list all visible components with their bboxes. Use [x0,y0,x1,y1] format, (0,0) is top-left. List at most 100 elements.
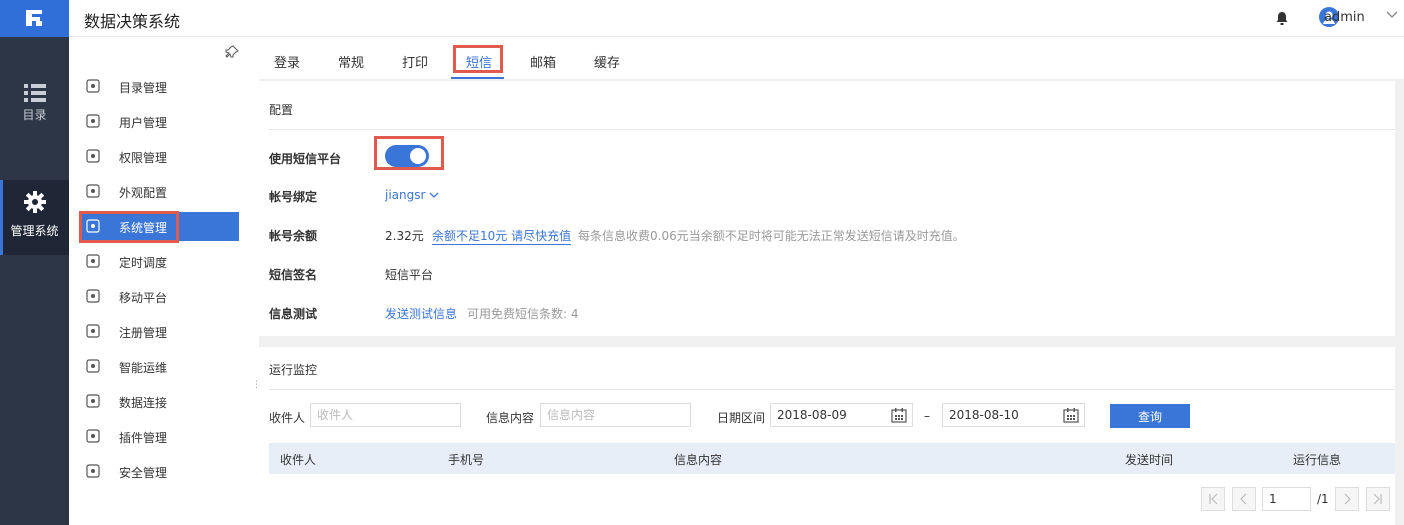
last-page-icon [1373,493,1382,505]
query-button[interactable]: 查询 [1110,404,1190,428]
divider [269,389,1395,390]
management-menu: 目录管理 用户管理 权限管理 外观配置 系统管理 定时调度 移动平台 注册管理 智能运维 数据连接… [69,37,259,525]
menu-item-label: 目录管理 [119,81,168,95]
account-value: jiangsr [385,188,426,202]
monitor-table-header: 收件人 手机号 信息内容 发送时间 运行信息 [269,443,1395,474]
menu-item-6[interactable]: 定时调度 [79,247,239,276]
date-label: 日期区间 [717,411,766,425]
menu-item-label: 注册管理 [119,326,168,340]
directory-icon [86,79,100,93]
menu-item-label: 定时调度 [119,256,168,270]
timer-icon [86,254,100,268]
account-label: 帐号绑定 [269,190,318,204]
col-receiver: 收件人 [280,453,317,467]
chevron-right-icon [1344,493,1351,505]
config-panel: 配置 使用短信平台 帐号绑定 jiangsr 帐号余额 2.32元 余额不足10… [259,81,1395,336]
puzzle-icon [86,429,100,443]
sign-label: 短信签名 [269,268,318,282]
balance-label: 帐号余额 [269,229,318,243]
col-run-info: 运行信息 [1293,453,1342,467]
menu-item-4[interactable]: 外观配置 [79,177,239,206]
app-title: 数据决策系统 [84,12,181,31]
tab-general[interactable]: 常规 [338,52,364,71]
menu-item-10[interactable]: 数据连接 [79,387,239,416]
content-label: 信息内容 [486,411,535,425]
main-content: 登录 常规 打印 短信 邮箱 缓存 配置 使用短信平台 帐号绑定 jiangsr… [259,37,1404,525]
menu-item-7[interactable]: 移动平台 [79,282,239,311]
highlight-box-toggle [374,136,444,170]
tab-mail[interactable]: 邮箱 [530,52,556,71]
chevron-left-icon [1240,493,1247,505]
menu-item-label: 插件管理 [119,431,168,445]
calendar-icon[interactable] [891,407,907,423]
chevron-down-icon [429,192,439,198]
col-phone: 手机号 [448,453,485,467]
highlight-box-system-management [79,211,179,243]
highlight-box-sms-tab [453,45,503,73]
tab-print[interactable]: 打印 [402,52,428,71]
resize-handle[interactable]: ⋮ [252,380,261,390]
balance-value: 2.32元 [385,229,424,243]
date-to-value: 2018-08-10 [949,408,1019,422]
top-header: 数据决策系统 admin [69,0,1404,37]
divider [269,129,1395,130]
chevron-down-icon[interactable] [1386,11,1398,19]
page-number: 1 [1269,492,1277,506]
bell-icon[interactable] [1275,11,1289,26]
account-dropdown[interactable]: jiangsr [385,188,439,202]
last-page-button[interactable] [1366,487,1390,511]
page-input[interactable]: 1 [1262,487,1311,511]
test-label: 信息测试 [269,307,318,321]
receiver-input[interactable] [310,403,461,427]
col-content: 信息内容 [674,453,723,467]
menu-item-2[interactable]: 用户管理 [79,107,239,136]
app-logo [0,0,69,37]
leftnav-management-label: 管理系统 [10,224,59,238]
leftnav-catalog[interactable]: 目录 [0,75,69,150]
menu-item-label: 外观配置 [119,186,168,200]
menu-item-label: 权限管理 [119,151,168,165]
menu-item-label: 移动平台 [119,291,168,305]
menu-item-3[interactable]: 权限管理 [79,142,239,171]
prev-page-button[interactable] [1232,487,1256,511]
menu-item-1[interactable]: 目录管理 [79,72,239,101]
username[interactable]: admin [1324,10,1384,25]
tab-bar: 登录 常规 打印 短信 邮箱 缓存 [259,37,1404,79]
pin-icon[interactable] [225,45,239,59]
menu-item-label: 数据连接 [119,396,168,410]
mobile-icon [86,289,100,303]
leftnav-catalog-label: 目录 [22,108,47,122]
monitor-panel: 运行监控 收件人 信息内容 日期区间 2018-08-09 – 2018-08-… [259,347,1395,525]
network-icon [86,359,100,373]
calendar-icon[interactable] [1063,407,1079,423]
menu-item-9[interactable]: 智能运维 [79,352,239,381]
balance-note: 每条信息收费0.06元当余额不足时将可能无法正常发送短信请及时充值。 [578,229,965,243]
date-from-value: 2018-08-09 [777,408,847,422]
menu-item-label: 智能运维 [119,361,168,375]
list-icon [23,84,46,102]
gear-icon [23,191,46,213]
tab-cache[interactable]: 缓存 [594,52,620,71]
date-separator: – [924,409,930,423]
tab-login[interactable]: 登录 [274,52,300,71]
paint-roller-icon [86,184,100,198]
link-icon [86,394,100,408]
content-input[interactable] [540,403,691,427]
receiver-label: 收件人 [269,411,306,425]
monitor-title: 运行监控 [269,363,318,377]
recharge-link[interactable]: 余额不足10元 请尽快充值 [432,227,572,245]
first-page-button[interactable] [1201,487,1225,511]
col-send-time: 发送时间 [1125,453,1174,467]
menu-item-8[interactable]: 注册管理 [79,317,239,346]
send-test-link[interactable]: 发送测试信息 [385,305,457,322]
first-page-icon [1209,493,1218,505]
leftnav-management[interactable]: 管理系统 [0,180,69,255]
user-icon [86,114,100,128]
logo-icon [26,10,42,26]
menu-item-label: 安全管理 [119,466,168,480]
menu-item-label: 用户管理 [119,116,168,130]
menu-item-12[interactable]: 安全管理 [79,457,239,486]
menu-item-11[interactable]: 插件管理 [79,422,239,451]
page-total: /1 [1317,492,1329,506]
next-page-button[interactable] [1335,487,1359,511]
